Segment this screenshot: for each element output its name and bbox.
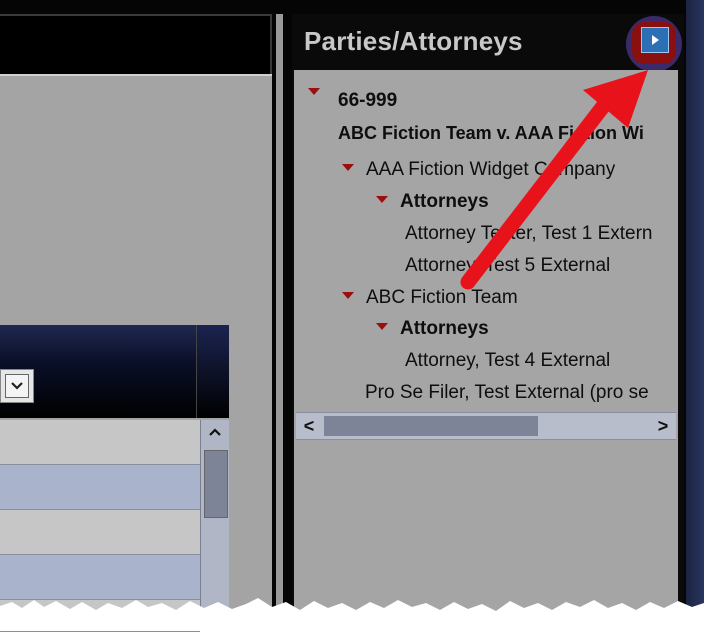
annotation-arrow — [460, 70, 648, 290]
torn-edge — [0, 598, 704, 631]
